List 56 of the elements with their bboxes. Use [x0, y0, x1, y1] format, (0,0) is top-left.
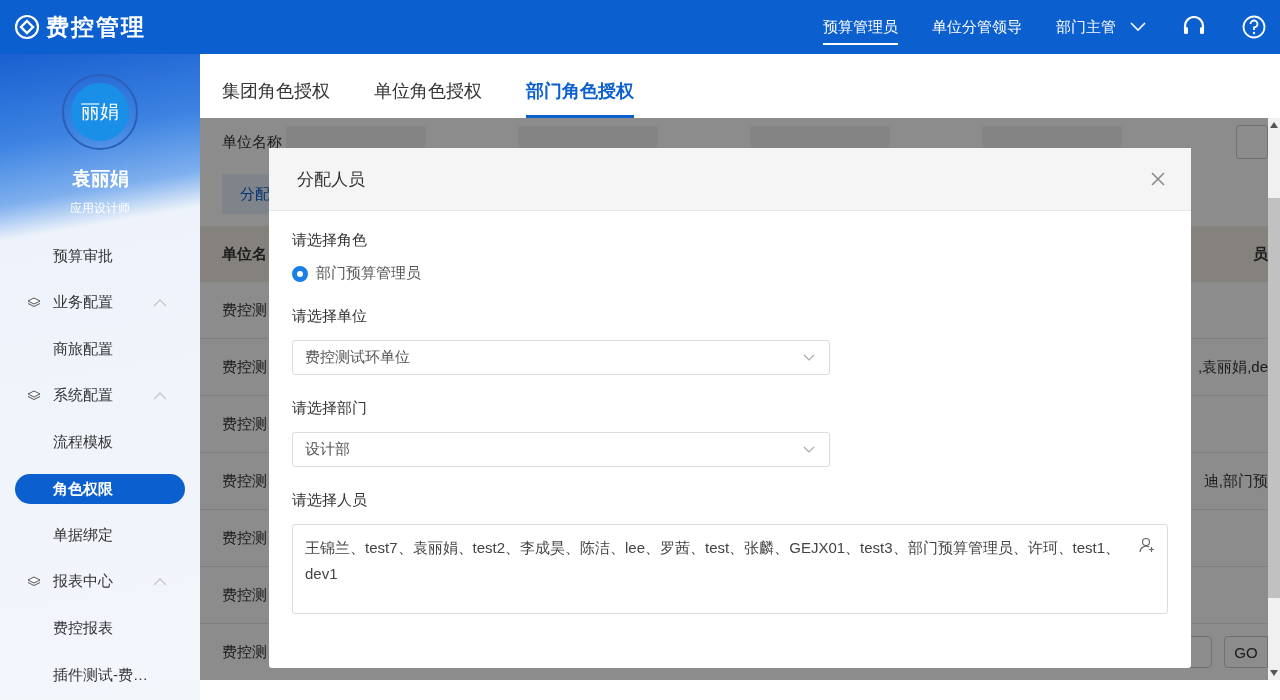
menu-group[interactable]: 业务配置 [53, 293, 113, 312]
menu-item[interactable]: 插件测试-费… [15, 659, 185, 690]
user-name: 袁丽娟 [71, 167, 129, 191]
scroll-up-icon[interactable] [1270, 122, 1278, 128]
table-cell: 费控测 [222, 642, 267, 662]
layers-icon [27, 296, 41, 309]
role-tab[interactable]: 部门主管 [1056, 9, 1116, 45]
field-label: 请选择单位 [292, 307, 367, 326]
table-cell: 费控测 [222, 414, 267, 434]
layers-icon [27, 389, 41, 402]
menu-item[interactable]: 商旅配置 [15, 334, 185, 364]
unit-select[interactable]: 费控测试环单位 [292, 340, 830, 375]
user-role: 应用设计师 [70, 200, 130, 217]
avatar-text: 丽娟 [71, 83, 129, 141]
help-icon[interactable] [1242, 15, 1266, 39]
field-label: 请选择角色 [292, 231, 367, 250]
table-cell: 费控测 [222, 300, 267, 320]
chevron-down-icon[interactable] [1130, 22, 1146, 32]
filter-label: 单位名称 [222, 132, 282, 152]
menu-item[interactable]: 预算审批 [15, 241, 185, 271]
table-cell: 费控测 [222, 585, 267, 605]
table-cell: 费控测 [222, 471, 267, 491]
role-tab[interactable]: 单位分管领导 [932, 9, 1022, 45]
table-cell: 费控测 [222, 528, 267, 548]
people-field[interactable]: 王锦兰、test7、袁丽娟、test2、李成昊、陈洁、lee、罗茜、test、张麟、GEJX01、test3、部门预算管理员、许珂、test1、dev1 [292, 524, 1168, 614]
column-header: 员 [1253, 244, 1268, 264]
close-icon[interactable] [1151, 172, 1165, 186]
scrollbar[interactable] [1268, 118, 1280, 680]
tab[interactable]: 单位角色授权 [374, 79, 482, 118]
layers-icon [27, 575, 41, 588]
radio-button[interactable] [292, 265, 308, 282]
radio-label: 部门预算管理员 [316, 264, 421, 283]
table-cell: 迪,部门预 [1203, 471, 1268, 491]
menu-item[interactable]: 单据绑定 [15, 520, 185, 550]
chevron-down-icon [803, 354, 815, 361]
table-cell: ,袁丽娟,de [1197, 357, 1268, 377]
add-person-icon[interactable] [1139, 537, 1155, 553]
scroll-thumb[interactable] [1268, 198, 1280, 598]
menu-group[interactable]: 报表中心 [53, 572, 113, 591]
field-label: 请选择部门 [292, 399, 367, 418]
menu-item[interactable]: 流程模板 [15, 427, 185, 457]
scroll-down-icon[interactable] [1270, 670, 1278, 676]
tab[interactable]: 集团角色授权 [222, 79, 330, 118]
department-select[interactable]: 设计部 [292, 432, 830, 467]
column-header: 单位名 [222, 244, 267, 264]
field-label: 请选择人员 [292, 491, 367, 510]
chevron-down-icon [803, 446, 815, 453]
role-tab[interactable]: 预算管理员 [823, 9, 898, 45]
go-button[interactable]: GO [1224, 636, 1268, 668]
logo-icon [14, 14, 40, 40]
app-title: 费控管理 [46, 12, 146, 42]
table-cell: 费控测 [222, 357, 267, 377]
dialog-title: 分配人员 [297, 168, 365, 191]
menu-item[interactable]: 费控报表 [15, 613, 185, 643]
menu-item[interactable]: 角色权限 [15, 473, 185, 504]
menu-group[interactable]: 系统配置 [53, 386, 113, 405]
